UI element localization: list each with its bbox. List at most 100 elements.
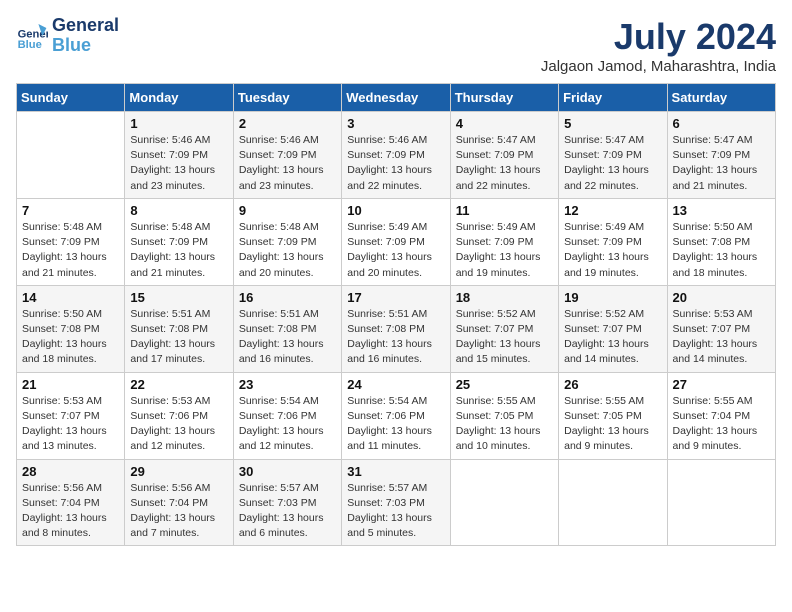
- day-info: Sunrise: 5:55 AM Sunset: 7:05 PM Dayligh…: [564, 394, 661, 455]
- calendar-cell: 13 Sunrise: 5:50 AM Sunset: 7:08 PM Dayli…: [667, 198, 775, 285]
- day-number: 24: [347, 377, 444, 392]
- calendar-cell: 16Sunrise: 5:51 AM Sunset: 7:08 PM Dayli…: [233, 285, 341, 372]
- week-row-4: 21 Sunrise: 5:53 AM Sunset: 7:07 PM Dayli…: [17, 372, 776, 459]
- day-number: 23: [239, 377, 336, 392]
- day-info: Sunrise: 5:49 AM Sunset: 7:09 PM Dayligh…: [564, 220, 661, 281]
- day-info: Sunrise: 5:48 AM Sunset: 7:09 PM Dayligh…: [239, 220, 336, 281]
- calendar-cell: [450, 459, 558, 546]
- page-header: General Blue General Blue July 2024 Jalg…: [16, 16, 776, 75]
- weekday-header-row: SundayMondayTuesdayWednesdayThursdayFrid…: [17, 84, 776, 112]
- calendar-cell: 2 Sunrise: 5:46 AM Sunset: 7:09 PM Daylig…: [233, 112, 341, 199]
- day-number: 19: [564, 290, 661, 305]
- day-info: Sunrise: 5:51 AM Sunset: 7:08 PM Dayligh…: [347, 307, 444, 368]
- day-number: 7: [22, 203, 119, 218]
- day-info: Sunrise: 5:46 AM Sunset: 7:09 PM Dayligh…: [347, 133, 444, 194]
- calendar-cell: 17 Sunrise: 5:51 AM Sunset: 7:08 PM Dayli…: [342, 285, 450, 372]
- day-info: Sunrise: 5:48 AM Sunset: 7:09 PM Dayligh…: [22, 220, 119, 281]
- calendar-cell: 3 Sunrise: 5:46 AM Sunset: 7:09 PM Daylig…: [342, 112, 450, 199]
- day-info: Sunrise: 5:56 AM Sunset: 7:04 PM Dayligh…: [130, 481, 227, 542]
- day-info: Sunrise: 5:46 AM Sunset: 7:09 PM Dayligh…: [239, 133, 336, 194]
- calendar-cell: 11 Sunrise: 5:49 AM Sunset: 7:09 PM Dayli…: [450, 198, 558, 285]
- day-info: Sunrise: 5:54 AM Sunset: 7:06 PM Dayligh…: [239, 394, 336, 455]
- day-info: Sunrise: 5:50 AM Sunset: 7:08 PM Dayligh…: [673, 220, 770, 281]
- logo-text-general: General: [52, 16, 119, 36]
- calendar-cell: 8Sunrise: 5:48 AM Sunset: 7:09 PM Daylig…: [125, 198, 233, 285]
- calendar-cell: 23 Sunrise: 5:54 AM Sunset: 7:06 PM Dayli…: [233, 372, 341, 459]
- month-title: July 2024: [541, 16, 776, 58]
- day-info: Sunrise: 5:57 AM Sunset: 7:03 PM Dayligh…: [239, 481, 336, 542]
- calendar-cell: 31 Sunrise: 5:57 AM Sunset: 7:03 PM Dayli…: [342, 459, 450, 546]
- logo: General Blue General Blue: [16, 16, 119, 56]
- day-info: Sunrise: 5:47 AM Sunset: 7:09 PM Dayligh…: [673, 133, 770, 194]
- day-number: 11: [456, 203, 553, 218]
- week-row-2: 7 Sunrise: 5:48 AM Sunset: 7:09 PM Daylig…: [17, 198, 776, 285]
- calendar-cell: 5 Sunrise: 5:47 AM Sunset: 7:09 PM Daylig…: [559, 112, 667, 199]
- weekday-header-tuesday: Tuesday: [233, 84, 341, 112]
- calendar-cell: 27 Sunrise: 5:55 AM Sunset: 7:04 PM Dayli…: [667, 372, 775, 459]
- calendar-cell: [667, 459, 775, 546]
- calendar-cell: 18Sunrise: 5:52 AM Sunset: 7:07 PM Dayli…: [450, 285, 558, 372]
- day-info: Sunrise: 5:55 AM Sunset: 7:05 PM Dayligh…: [456, 394, 553, 455]
- calendar-cell: 15 Sunrise: 5:51 AM Sunset: 7:08 PM Dayli…: [125, 285, 233, 372]
- day-number: 14: [22, 290, 119, 305]
- calendar-cell: [17, 112, 125, 199]
- calendar-table: SundayMondayTuesdayWednesdayThursdayFrid…: [16, 83, 776, 546]
- day-number: 10: [347, 203, 444, 218]
- calendar-cell: 12 Sunrise: 5:49 AM Sunset: 7:09 PM Dayli…: [559, 198, 667, 285]
- day-number: 27: [673, 377, 770, 392]
- day-number: 2: [239, 116, 336, 131]
- day-number: 4: [456, 116, 553, 131]
- day-number: 1: [130, 116, 227, 131]
- logo-text-blue: Blue: [52, 36, 119, 56]
- day-number: 22: [130, 377, 227, 392]
- calendar-cell: 14 Sunrise: 5:50 AM Sunset: 7:08 PM Dayli…: [17, 285, 125, 372]
- calendar-cell: 19 Sunrise: 5:52 AM Sunset: 7:07 PM Dayli…: [559, 285, 667, 372]
- svg-text:Blue: Blue: [18, 39, 42, 51]
- day-number: 13: [673, 203, 770, 218]
- day-number: 16: [239, 290, 336, 305]
- calendar-cell: [559, 459, 667, 546]
- location-label: Jalgaon Jamod, Maharashtra, India: [541, 58, 776, 75]
- day-info: Sunrise: 5:51 AM Sunset: 7:08 PM Dayligh…: [130, 307, 227, 368]
- week-row-1: 1 Sunrise: 5:46 AM Sunset: 7:09 PM Daylig…: [17, 112, 776, 199]
- day-info: Sunrise: 5:52 AM Sunset: 7:07 PM Dayligh…: [564, 307, 661, 368]
- day-number: 26: [564, 377, 661, 392]
- day-info: Sunrise: 5:46 AM Sunset: 7:09 PM Dayligh…: [130, 133, 227, 194]
- weekday-header-thursday: Thursday: [450, 84, 558, 112]
- day-info: Sunrise: 5:47 AM Sunset: 7:09 PM Dayligh…: [564, 133, 661, 194]
- week-row-5: 28Sunrise: 5:56 AM Sunset: 7:04 PM Dayli…: [17, 459, 776, 546]
- calendar-cell: 10 Sunrise: 5:49 AM Sunset: 7:09 PM Dayli…: [342, 198, 450, 285]
- calendar-cell: 1 Sunrise: 5:46 AM Sunset: 7:09 PM Daylig…: [125, 112, 233, 199]
- day-info: Sunrise: 5:57 AM Sunset: 7:03 PM Dayligh…: [347, 481, 444, 542]
- day-number: 21: [22, 377, 119, 392]
- calendar-cell: 29Sunrise: 5:56 AM Sunset: 7:04 PM Dayli…: [125, 459, 233, 546]
- day-number: 12: [564, 203, 661, 218]
- day-number: 20: [673, 290, 770, 305]
- day-number: 31: [347, 464, 444, 479]
- day-number: 5: [564, 116, 661, 131]
- day-info: Sunrise: 5:49 AM Sunset: 7:09 PM Dayligh…: [347, 220, 444, 281]
- calendar-cell: 25 Sunrise: 5:55 AM Sunset: 7:05 PM Dayli…: [450, 372, 558, 459]
- day-info: Sunrise: 5:50 AM Sunset: 7:08 PM Dayligh…: [22, 307, 119, 368]
- day-info: Sunrise: 5:53 AM Sunset: 7:07 PM Dayligh…: [22, 394, 119, 455]
- logo-icon: General Blue: [16, 20, 48, 52]
- day-number: 30: [239, 464, 336, 479]
- day-number: 9: [239, 203, 336, 218]
- calendar-cell: 4Sunrise: 5:47 AM Sunset: 7:09 PM Daylig…: [450, 112, 558, 199]
- calendar-cell: 7 Sunrise: 5:48 AM Sunset: 7:09 PM Daylig…: [17, 198, 125, 285]
- weekday-header-wednesday: Wednesday: [342, 84, 450, 112]
- weekday-header-sunday: Sunday: [17, 84, 125, 112]
- day-number: 25: [456, 377, 553, 392]
- weekday-header-friday: Friday: [559, 84, 667, 112]
- calendar-cell: 20 Sunrise: 5:53 AM Sunset: 7:07 PM Dayli…: [667, 285, 775, 372]
- day-number: 3: [347, 116, 444, 131]
- day-info: Sunrise: 5:49 AM Sunset: 7:09 PM Dayligh…: [456, 220, 553, 281]
- day-info: Sunrise: 5:48 AM Sunset: 7:09 PM Dayligh…: [130, 220, 227, 281]
- day-number: 17: [347, 290, 444, 305]
- calendar-cell: 28Sunrise: 5:56 AM Sunset: 7:04 PM Dayli…: [17, 459, 125, 546]
- weekday-header-monday: Monday: [125, 84, 233, 112]
- day-number: 15: [130, 290, 227, 305]
- day-info: Sunrise: 5:55 AM Sunset: 7:04 PM Dayligh…: [673, 394, 770, 455]
- calendar-cell: 30 Sunrise: 5:57 AM Sunset: 7:03 PM Dayli…: [233, 459, 341, 546]
- day-info: Sunrise: 5:53 AM Sunset: 7:07 PM Dayligh…: [673, 307, 770, 368]
